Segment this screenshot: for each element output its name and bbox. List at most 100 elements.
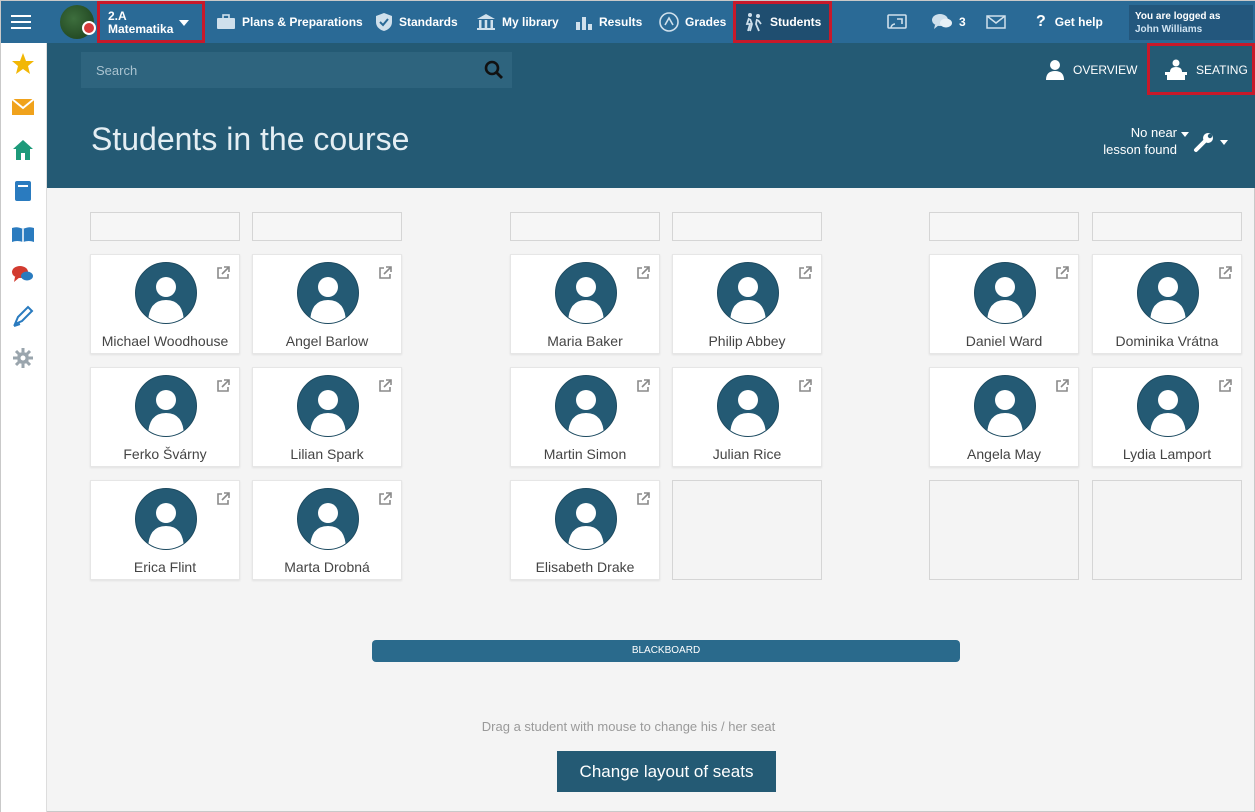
blackboard: BLACKBOARD (372, 640, 960, 662)
mail-button[interactable] (986, 1, 1012, 43)
student-seat-card[interactable]: Daniel Ward (929, 254, 1079, 354)
avatar (297, 375, 359, 437)
nav-results[interactable]: Results (575, 1, 642, 43)
tools-menu[interactable] (1193, 131, 1228, 153)
student-seat-card[interactable]: Angel Barlow (252, 254, 402, 354)
open-external-icon[interactable] (798, 379, 812, 398)
cast-icon (887, 14, 907, 29)
student-seat-card[interactable]: Michael Woodhouse (90, 254, 240, 354)
search-icon[interactable] (484, 60, 504, 80)
student-seat-card[interactable]: Ferko Švárny (90, 367, 240, 467)
desk-label-slot[interactable] (252, 212, 402, 241)
nav-plans[interactable]: Plans & Preparations (216, 1, 363, 43)
open-external-icon[interactable] (1055, 379, 1069, 398)
messages-button[interactable]: 3 (931, 1, 966, 43)
notebook-icon[interactable] (11, 179, 35, 203)
pen-icon[interactable] (11, 304, 35, 328)
search-box[interactable] (81, 52, 512, 88)
desk-label-slot[interactable] (929, 212, 1079, 241)
avatar (135, 262, 197, 324)
home-icon[interactable] (11, 138, 35, 162)
student-seat-card[interactable]: Lydia Lamport (1092, 367, 1242, 467)
mail-icon[interactable] (11, 95, 35, 119)
student-seat-card[interactable]: Maria Baker (510, 254, 660, 354)
avatar (1137, 262, 1199, 324)
open-external-icon[interactable] (378, 266, 392, 285)
desk-label-slot[interactable] (510, 212, 660, 241)
student-seat-card[interactable]: Angela May (929, 367, 1079, 467)
empty-seat[interactable] (1092, 480, 1242, 580)
open-external-icon[interactable] (378, 379, 392, 398)
nav-library[interactable]: My library (476, 1, 559, 43)
student-name: Martin Simon (543, 446, 627, 462)
wrench-icon (1194, 133, 1213, 152)
grades-icon (659, 12, 679, 32)
person-icon (1046, 60, 1064, 80)
discussion-icon[interactable] (11, 263, 35, 287)
open-external-icon[interactable] (216, 379, 230, 398)
avatar (555, 262, 617, 324)
avatar (717, 375, 779, 437)
student-name: Dominika Vrátna (1115, 333, 1219, 349)
desk-label-slot[interactable] (1092, 212, 1242, 241)
overview-tab[interactable]: OVERVIEW (1045, 52, 1137, 88)
search-input[interactable] (81, 52, 481, 88)
open-external-icon[interactable] (216, 266, 230, 285)
nav-grades[interactable]: Grades (659, 1, 726, 43)
empty-seat[interactable] (672, 480, 822, 580)
open-external-icon[interactable] (1055, 266, 1069, 285)
open-external-icon[interactable] (1218, 379, 1232, 398)
desk-label-slot[interactable] (672, 212, 822, 241)
student-seat-card[interactable]: Elisabeth Drake (510, 480, 660, 580)
drag-hint-text: Drag a student with mouse to change his … (481, 719, 776, 734)
students-walking-icon (745, 13, 762, 32)
student-name: Lydia Lamport (1122, 446, 1212, 462)
open-external-icon[interactable] (216, 492, 230, 511)
hamburger-menu-icon[interactable] (11, 1, 37, 43)
nav-standards[interactable]: Standards (375, 1, 458, 43)
open-external-icon[interactable] (378, 492, 392, 511)
avatar (974, 375, 1036, 437)
course-selector[interactable]: 2.A Matematika (97, 1, 205, 43)
open-external-icon[interactable] (1218, 266, 1232, 285)
seating-tab[interactable]: SEATING (1164, 52, 1248, 88)
favorites-star-icon[interactable] (11, 52, 35, 76)
user-account[interactable]: You are logged as John Williams (1129, 5, 1253, 40)
open-external-icon[interactable] (636, 492, 650, 511)
student-name: Marta Drobná (284, 559, 370, 575)
open-book-icon[interactable] (11, 222, 35, 246)
bar-chart-icon (576, 17, 592, 30)
open-external-icon[interactable] (798, 266, 812, 285)
avatar (297, 488, 359, 550)
student-seat-card[interactable]: Martin Simon (510, 367, 660, 467)
student-name: Erica Flint (133, 559, 197, 575)
help-button[interactable]: ? Get help (1036, 1, 1103, 43)
desk-label-slot[interactable] (90, 212, 240, 241)
near-lesson-line2: lesson found (1103, 142, 1177, 157)
change-layout-button[interactable]: Change layout of seats (557, 751, 776, 792)
settings-gear-icon[interactable] (11, 346, 35, 370)
messages-count-badge: 3 (959, 15, 966, 29)
desk-seating-icon (1165, 59, 1187, 80)
open-external-icon[interactable] (636, 266, 650, 285)
cast-button[interactable] (887, 1, 913, 43)
empty-seat[interactable] (929, 480, 1079, 580)
student-seat-card[interactable]: Lilian Spark (252, 367, 402, 467)
nav-grades-label: Grades (685, 15, 727, 29)
page-title: Students in the course (91, 121, 410, 157)
student-seat-card[interactable]: Philip Abbey (672, 254, 822, 354)
student-seat-card[interactable]: Marta Drobná (252, 480, 402, 580)
student-seat-card[interactable]: Julian Rice (672, 367, 822, 467)
student-name: Lilian Spark (290, 446, 364, 462)
near-lesson-line1: No near (1130, 125, 1177, 140)
student-name: Ferko Švárny (123, 446, 207, 462)
nav-students[interactable]: Students (744, 1, 821, 43)
student-seat-card[interactable]: Erica Flint (90, 480, 240, 580)
student-seat-card[interactable]: Dominika Vrátna (1092, 254, 1242, 354)
near-lesson-selector[interactable]: No near lesson found (1047, 124, 1189, 158)
envelope-icon (986, 15, 1006, 29)
avatar (555, 488, 617, 550)
course-logo[interactable] (60, 5, 96, 39)
open-external-icon[interactable] (636, 379, 650, 398)
shield-check-icon (376, 13, 392, 31)
